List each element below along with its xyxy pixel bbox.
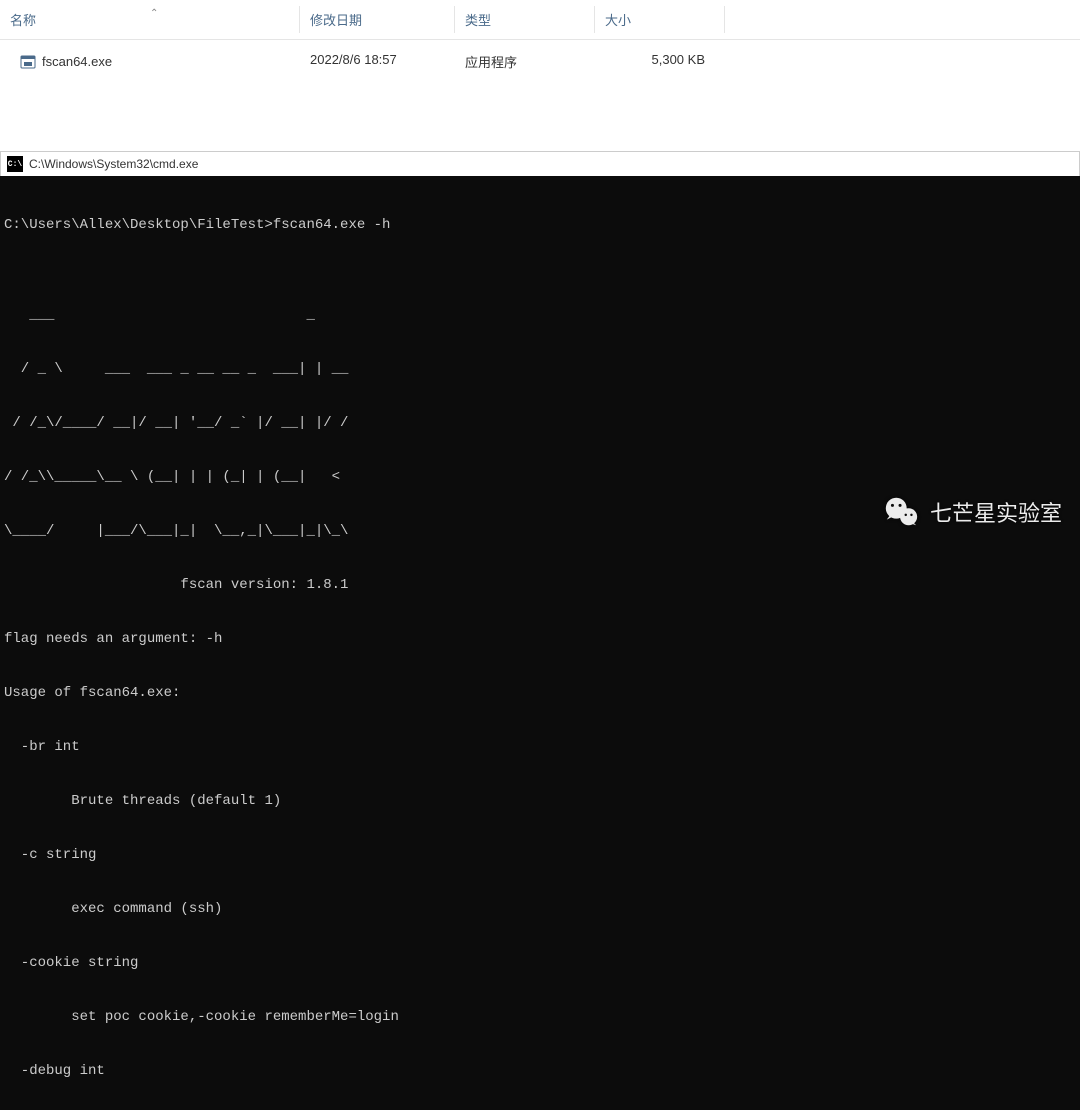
cmd-line: / /_\\_____\__ \ (__| | | (_| | (__| < bbox=[0, 468, 1080, 486]
watermark: 七芒星实验室 bbox=[882, 493, 1062, 531]
column-header-name[interactable]: 名称 ⌃ bbox=[0, 6, 300, 33]
cmd-titlebar[interactable]: C:\ C:\Windows\System32\cmd.exe bbox=[0, 151, 1080, 176]
file-size-cell: 5,300 KB bbox=[595, 48, 725, 75]
cmd-line: C:\Users\Allex\Desktop\FileTest>fscan64.… bbox=[0, 216, 1080, 234]
file-explorer: 名称 ⌃ 修改日期 类型 大小 fscan64.exe 2022/8/6 18:… bbox=[0, 0, 1080, 83]
file-row[interactable]: fscan64.exe 2022/8/6 18:57 应用程序 5,300 KB bbox=[0, 40, 1080, 83]
cmd-output[interactable]: C:\Users\Allex\Desktop\FileTest>fscan64.… bbox=[0, 176, 1080, 1110]
column-header-type[interactable]: 类型 bbox=[455, 6, 595, 33]
cmd-line: ___ _ bbox=[0, 306, 1080, 324]
wechat-icon bbox=[882, 493, 920, 531]
cmd-line: -cookie string bbox=[0, 954, 1080, 972]
cmd-line: / _ \ ___ ___ _ __ __ _ ___| | __ bbox=[0, 360, 1080, 378]
column-header-name-label: 名称 bbox=[10, 10, 36, 29]
cmd-line: -debug int bbox=[0, 1062, 1080, 1080]
file-name-cell: fscan64.exe bbox=[0, 48, 300, 75]
file-date-label: 2022/8/6 18:57 bbox=[310, 52, 397, 67]
explorer-column-headers: 名称 ⌃ 修改日期 类型 大小 bbox=[0, 0, 1080, 40]
cmd-line: fscan version: 1.8.1 bbox=[0, 576, 1080, 594]
column-header-size[interactable]: 大小 bbox=[595, 6, 725, 33]
cmd-line: -br int bbox=[0, 738, 1080, 756]
cmd-line: Usage of fscan64.exe: bbox=[0, 684, 1080, 702]
file-type-cell: 应用程序 bbox=[455, 48, 595, 75]
cmd-line: exec command (ssh) bbox=[0, 900, 1080, 918]
column-header-size-label: 大小 bbox=[605, 13, 631, 28]
file-date-cell: 2022/8/6 18:57 bbox=[300, 48, 455, 75]
cmd-line: -c string bbox=[0, 846, 1080, 864]
file-type-label: 应用程序 bbox=[465, 55, 517, 70]
cmd-line: set poc cookie,-cookie rememberMe=login bbox=[0, 1008, 1080, 1026]
exe-file-icon bbox=[20, 54, 36, 70]
column-header-date[interactable]: 修改日期 bbox=[300, 6, 455, 33]
watermark-text: 七芒星实验室 bbox=[930, 496, 1062, 528]
cmd-icon: C:\ bbox=[7, 156, 23, 172]
file-size-label: 5,300 KB bbox=[652, 52, 706, 67]
cmd-line: / /_\/____/ __|/ __| '__/ _` |/ __| |/ / bbox=[0, 414, 1080, 432]
column-header-date-label: 修改日期 bbox=[310, 13, 362, 28]
cmd-line: Brute threads (default 1) bbox=[0, 792, 1080, 810]
file-name-label: fscan64.exe bbox=[42, 54, 112, 69]
column-header-type-label: 类型 bbox=[465, 13, 491, 28]
cmd-window: C:\ C:\Windows\System32\cmd.exe C:\Users… bbox=[0, 151, 1080, 1110]
cmd-line: flag needs an argument: -h bbox=[0, 630, 1080, 648]
cmd-title-label: C:\Windows\System32\cmd.exe bbox=[29, 157, 198, 171]
sort-arrow-icon: ⌃ bbox=[150, 8, 158, 19]
